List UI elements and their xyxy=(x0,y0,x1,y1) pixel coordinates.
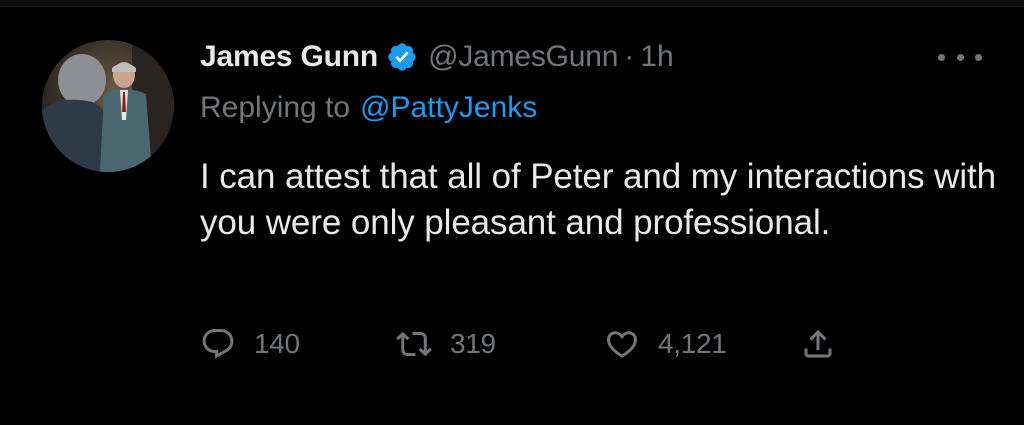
replying-to-label: Replying to xyxy=(200,91,351,124)
share-icon xyxy=(804,329,832,358)
more-dot xyxy=(938,53,945,61)
replying-to: Replying to @PattyJenks xyxy=(200,88,537,128)
author-name[interactable]: James Gunn xyxy=(200,40,378,74)
separator-dot: · xyxy=(624,40,635,73)
like-button[interactable]: 4,121 xyxy=(604,322,727,366)
reply-mention-link[interactable]: @PattyJenks xyxy=(360,91,537,125)
avatar[interactable] xyxy=(42,40,174,172)
retweet-button[interactable]: 319 xyxy=(396,322,496,366)
more-dot xyxy=(956,53,964,61)
tweet-header: James Gunn @JamesGunn · 1h xyxy=(200,36,674,78)
author-handle[interactable]: @JamesGunn xyxy=(428,40,618,74)
retweet-icon xyxy=(396,331,432,357)
more-options-icon[interactable] xyxy=(938,50,982,64)
tweet-actions: 140 319 4,121 xyxy=(200,322,860,366)
reply-icon xyxy=(202,329,234,359)
heart-icon xyxy=(606,331,638,358)
more-dot xyxy=(975,53,982,61)
reply-count: 140 xyxy=(254,328,300,359)
retweet-count: 319 xyxy=(450,328,496,359)
tweet-timestamp[interactable]: 1h xyxy=(640,40,673,74)
tweet-text: I can attest that all of Peter and my in… xyxy=(200,157,997,242)
verified-badge-icon xyxy=(386,41,418,73)
like-count: 4,121 xyxy=(658,328,727,359)
reply-button[interactable]: 140 xyxy=(200,322,300,366)
top-divider xyxy=(0,0,1024,7)
avatar-photo xyxy=(42,40,174,172)
share-button[interactable] xyxy=(800,322,836,366)
